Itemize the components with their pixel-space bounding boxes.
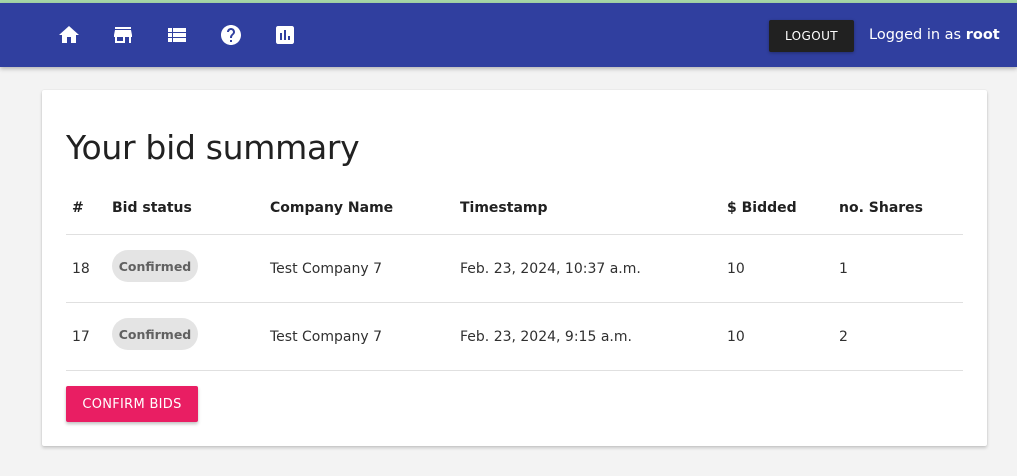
home-icon[interactable]: [57, 23, 81, 47]
status-badge: Confirmed: [112, 250, 198, 282]
row-id: 18: [72, 261, 90, 277]
row-company: Test Company 7: [270, 261, 382, 277]
confirm-bids-button[interactable]: CONFIRM BIDS: [66, 386, 198, 422]
logged-in-prefix: Logged in as: [869, 27, 962, 43]
column-header-id: #: [72, 200, 84, 216]
logout-button[interactable]: LOGOUT: [769, 20, 854, 52]
row-divider: [66, 302, 963, 303]
help-icon[interactable]: [219, 23, 243, 47]
column-header-status: Bid status: [112, 200, 192, 216]
status-badge: Confirmed: [112, 318, 198, 350]
column-header-bidded: $ Bidded: [727, 200, 797, 216]
row-bidded: 10: [727, 329, 745, 345]
row-timestamp: Feb. 23, 2024, 9:15 a.m.: [460, 329, 632, 345]
row-bidded: 10: [727, 261, 745, 277]
row-id: 17: [72, 329, 90, 345]
row-divider: [66, 370, 963, 371]
header-divider: [66, 234, 963, 235]
list-icon[interactable]: [165, 23, 189, 47]
top-navbar: LOGOUT Logged in as root: [0, 3, 1017, 67]
username: root: [965, 27, 1000, 43]
row-shares: 1: [839, 261, 848, 277]
page-title: Your bid summary: [66, 128, 360, 167]
column-header-company: Company Name: [270, 200, 394, 216]
bid-summary-card: Your bid summary # Bid status Company Na…: [42, 90, 987, 446]
logged-in-status: Logged in as root: [869, 27, 1000, 43]
column-header-timestamp: Timestamp: [460, 200, 548, 216]
column-header-shares: no. Shares: [839, 200, 924, 216]
row-timestamp: Feb. 23, 2024, 10:37 a.m.: [460, 261, 641, 277]
store-icon[interactable]: [111, 23, 135, 47]
row-company: Test Company 7: [270, 329, 382, 345]
chart-icon[interactable]: [273, 23, 297, 47]
row-shares: 2: [839, 329, 848, 345]
